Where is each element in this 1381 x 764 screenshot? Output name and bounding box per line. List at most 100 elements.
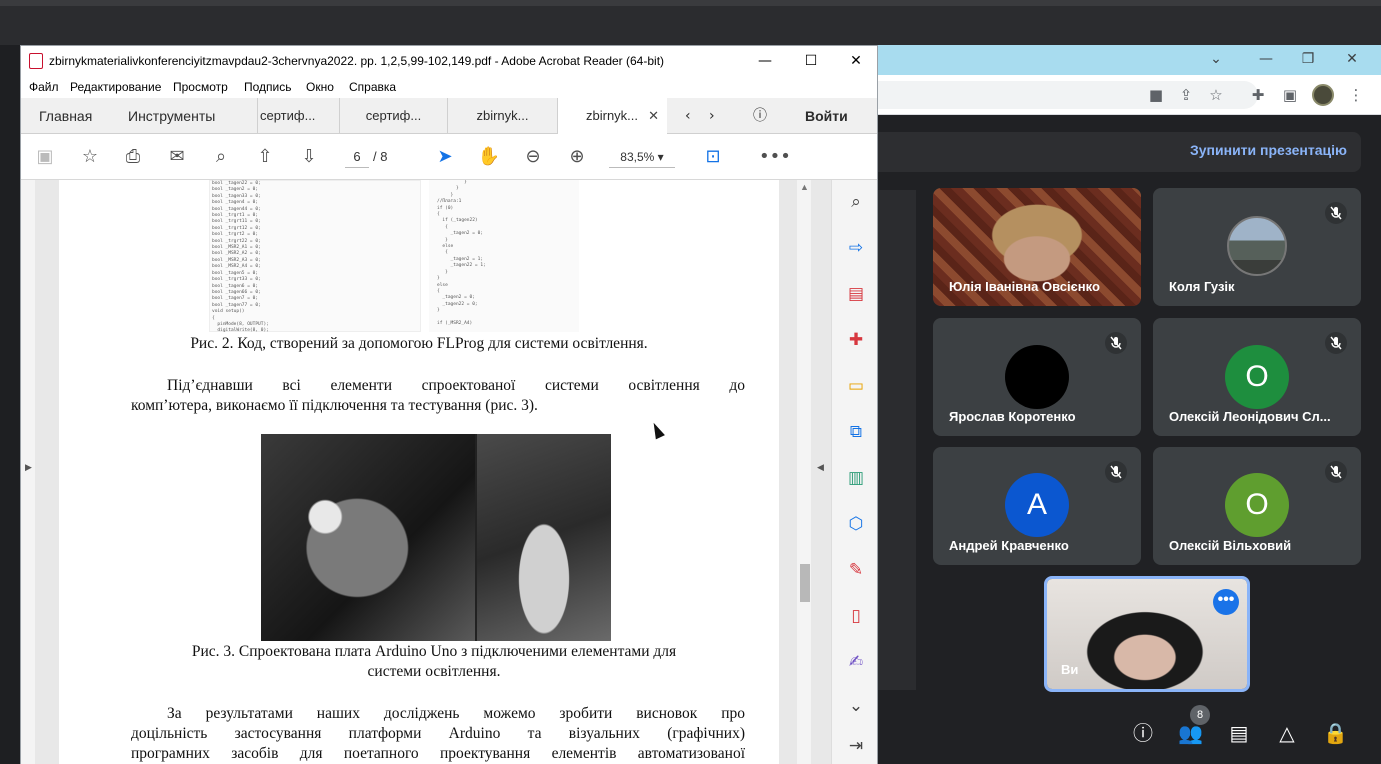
participant-name: Юлія Іванівна Овсієнко [949, 279, 1100, 294]
paragraph-line: За результатами наших досліджень можемо … [167, 705, 745, 722]
menu-sign[interactable]: Подпись [244, 80, 292, 94]
menu-edit[interactable]: Редактирование [70, 80, 161, 94]
pdf-page: bool _tagen22 = 0; bool _tagen2 = 0; boo… [59, 180, 779, 764]
participant-tile[interactable]: Ярослав Коротенко [933, 318, 1141, 436]
participant-photo [1227, 216, 1287, 276]
activities-icon[interactable]: △ [1275, 721, 1299, 745]
doc-tab[interactable]: сертиф... [257, 98, 339, 134]
page-total: / 8 [373, 149, 388, 164]
address-bar[interactable] [878, 81, 1258, 109]
zoom-out-icon[interactable]: ⊖ [521, 145, 545, 169]
chat-icon[interactable]: ▤ [1227, 721, 1251, 745]
print-icon[interactable]: ⎙ [121, 145, 145, 169]
comment-icon[interactable]: ▭ [844, 374, 868, 398]
organize-pages-icon[interactable]: ▤ [844, 282, 868, 306]
extensions-puzzle-icon[interactable]: ✚ [1248, 85, 1268, 105]
maximize-icon[interactable]: ☐ [799, 50, 823, 72]
self-view-tile[interactable]: ••• Ви [1044, 576, 1250, 692]
toolbar: ▣ ☆ ⎙ ✉ ⌕ ⇧ ⇩ 6 / 8 ➤ ✋ ⊖ ⊕ 83,5% ▾ ⊡ ••… [21, 134, 877, 180]
bookmark-star-icon[interactable]: ☆ [1206, 85, 1226, 105]
participant-tile[interactable]: О Олексій Вільховий [1153, 447, 1361, 565]
email-icon[interactable]: ✉ [165, 145, 189, 169]
participant-tile[interactable]: А Андрей Кравченко [933, 447, 1141, 565]
more-tools-icon[interactable]: ••• [759, 145, 791, 169]
mic-off-icon [1105, 332, 1127, 354]
minimize-icon[interactable]: — [753, 50, 777, 72]
page-down-icon[interactable]: ⇩ [297, 145, 321, 169]
page-up-icon[interactable]: ⇧ [253, 145, 277, 169]
tab-home[interactable]: Главная [39, 98, 92, 134]
fit-page-icon[interactable]: ⊡ [701, 145, 725, 169]
top-strip [0, 0, 1381, 6]
share-icon[interactable]: ⇪ [1176, 85, 1196, 105]
more-options-button[interactable]: ••• [1213, 589, 1239, 615]
paragraph-line: доцільність застосування платформи Ardui… [131, 725, 745, 742]
protect-icon[interactable]: ▯ [844, 604, 868, 628]
tab-tools[interactable]: Инструменты [128, 98, 215, 134]
close-icon[interactable]: ✕ [844, 50, 868, 72]
menu-help[interactable]: Справка [349, 80, 396, 94]
host-controls-lock-icon[interactable]: 🔒 [1323, 721, 1348, 745]
restore-icon[interactable]: ❐ [1298, 51, 1318, 69]
vertical-scrollbar[interactable]: ▲ [797, 180, 811, 764]
figure-2-caption: Рис. 2. Код, створений за допомогою FLPr… [190, 335, 648, 352]
chrome-toolbar: ■ ⇪ ☆ ✚ ▣ ⋮ [878, 75, 1381, 115]
side-panel-icon[interactable]: ▣ [1280, 85, 1300, 105]
mic-off-icon [1325, 461, 1347, 483]
collapse-pane-icon[interactable]: ⇥ [844, 734, 868, 758]
stop-presenting-button[interactable]: Зупинити презентацію [1190, 142, 1347, 158]
participant-avatar: О [1225, 345, 1289, 409]
tools-pane: ⌕ ⇨ ▤ ✚ ▭ ⧉ ▥ ⬡ ✎ ▯ ✍ ⌄ ⇥ [831, 180, 877, 764]
left-panel-handle[interactable]: ▶ [21, 180, 35, 764]
participant-tile[interactable]: Юлія Іванівна Овсієнко [933, 188, 1141, 306]
menu-view[interactable]: Просмотр [173, 80, 228, 94]
create-pdf-icon[interactable]: ✚ [844, 328, 868, 352]
profile-avatar[interactable] [1312, 84, 1334, 106]
zoom-search-icon[interactable]: ⌕ [209, 145, 233, 169]
select-cursor-icon[interactable]: ➤ [433, 145, 457, 169]
right-panel-toggle-icon[interactable]: ◀ [817, 462, 824, 473]
doc-tab-active[interactable]: zbirnyk... ✕ [557, 98, 667, 134]
participant-avatar [1005, 345, 1069, 409]
doc-tab[interactable]: zbirnyk... [447, 98, 557, 134]
zoom-in-icon[interactable]: ⊕ [565, 145, 589, 169]
close-icon[interactable]: ✕ [1342, 51, 1362, 69]
people-icon[interactable]: 👥 [1178, 721, 1203, 745]
compress-icon[interactable]: ▥ [844, 466, 868, 490]
menu-file[interactable]: Файл [29, 80, 59, 94]
fill-sign-icon[interactable]: ✎ [844, 558, 868, 582]
participant-tile[interactable]: О Олексій Леонідович Сл... [1153, 318, 1361, 436]
close-tab-icon[interactable]: ✕ [648, 98, 659, 134]
mic-off-icon [1325, 202, 1347, 224]
export-pdf-icon[interactable]: ⇨ [844, 236, 868, 260]
participant-name: Олексій Леонідович Сл... [1169, 409, 1331, 424]
tab-search-chevron-icon[interactable]: ⌄ [1206, 51, 1226, 69]
zoom-select[interactable]: 83,5% ▾ [609, 146, 675, 168]
bookmark-star-icon[interactable]: ☆ [78, 145, 102, 169]
expand-chevron-icon[interactable]: ⌄ [844, 694, 868, 718]
tab-scroll-right-icon[interactable]: › [709, 98, 715, 134]
camera-icon[interactable]: ■ [1146, 85, 1166, 105]
tab-scroll-left-icon[interactable]: ‹ [685, 98, 691, 134]
participant-name: Андрей Кравченко [949, 538, 1069, 553]
self-name: Ви [1061, 662, 1079, 677]
save-icon[interactable]: ▣ [33, 145, 57, 169]
menu-window[interactable]: Окно [306, 80, 334, 94]
help-icon[interactable]: ⓘ [753, 98, 767, 134]
minimize-icon[interactable]: — [1256, 51, 1276, 69]
figure-3-caption: системи освітлення. [367, 663, 501, 680]
info-icon[interactable]: ⓘ [1131, 721, 1155, 745]
doc-tab[interactable]: сертиф... [339, 98, 447, 134]
document-area[interactable]: ▶ bool _tagen22 = 0; bool _tagen2 = 0; b… [21, 180, 831, 764]
combine-files-icon[interactable]: ⧉ [844, 420, 868, 444]
chrome-menu-icon[interactable]: ⋮ [1346, 85, 1366, 105]
hand-tool-icon[interactable]: ✋ [477, 145, 501, 169]
participant-tile[interactable]: Коля Гузік [1153, 188, 1361, 306]
page-number-input[interactable]: 6 [345, 146, 369, 168]
signature-icon[interactable]: ✍ [844, 650, 868, 674]
scroll-thumb[interactable] [800, 564, 810, 602]
signin-button[interactable]: Войти [805, 98, 848, 134]
scan-icon[interactable]: ⬡ [844, 512, 868, 536]
code-image-right: } } } //Плата:1 if (0) { if (_tagen22) {… [429, 180, 579, 332]
search-zoom-icon[interactable]: ⌕ [844, 190, 868, 214]
